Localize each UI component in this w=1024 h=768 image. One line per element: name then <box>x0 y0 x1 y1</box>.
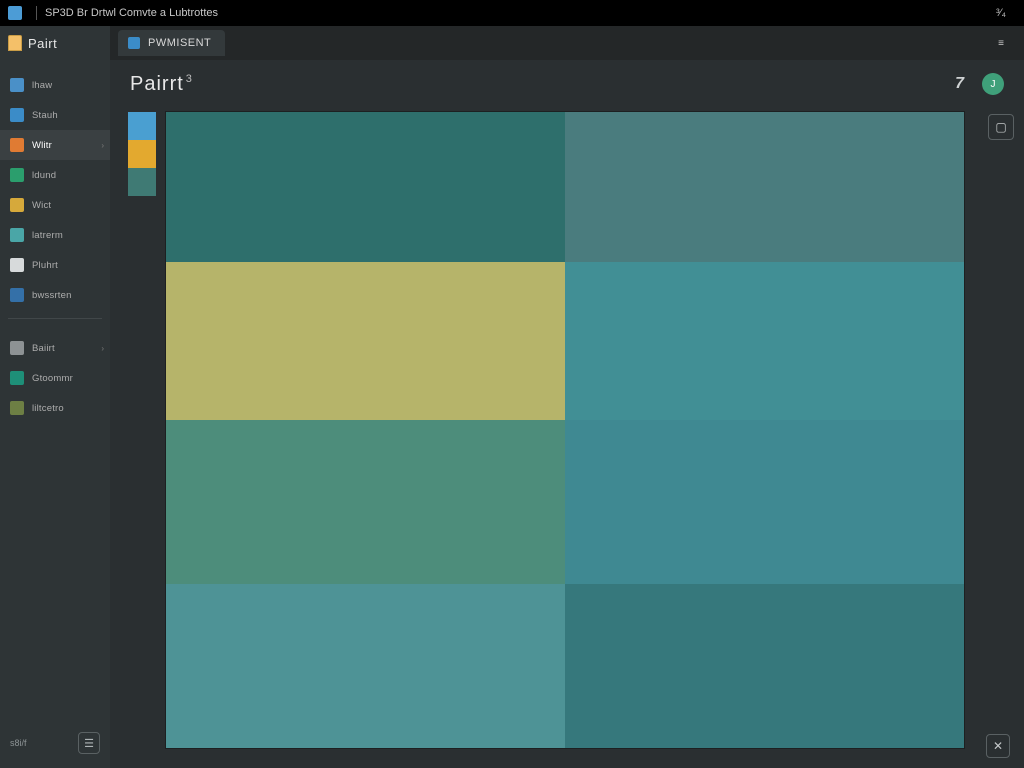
sidebar-icon-g2-0 <box>10 341 24 355</box>
sidebar-icon-3 <box>10 168 24 182</box>
window-titlebar: SP3D Br Drtwl Comvte a Lubtrottes ³⁄₄ <box>0 0 1024 26</box>
tabstrip: PWMISENT ≡ <box>110 26 1024 60</box>
sidebar-item-6[interactable]: Pluhrt <box>0 250 110 280</box>
sidebar-item-label: bwssrten <box>32 290 72 301</box>
titlebar-divider <box>36 6 37 20</box>
sidebar-settings-button[interactable]: ☰ <box>78 732 100 754</box>
document-title-sup: 3 <box>186 73 193 85</box>
bottom-right-status: ✕ <box>986 734 1010 758</box>
sidebar-item-g2-1[interactable]: Gtoommr <box>0 363 110 393</box>
sidebar-icon-2 <box>10 138 24 152</box>
app-system-icon <box>8 6 22 20</box>
tab-label: PWMISENT <box>148 37 211 49</box>
sidebar-icon-g2-2 <box>10 401 24 415</box>
canvas-cell <box>565 262 964 420</box>
save-button[interactable]: ▢ <box>988 114 1014 140</box>
sidebar-item-label: Pluhrt <box>32 260 58 271</box>
sidebar-icon-0 <box>10 78 24 92</box>
sidebar-item-0[interactable]: lhaw <box>0 70 110 100</box>
sidebar-item-label: Wlitr <box>32 140 52 151</box>
close-icon: ✕ <box>993 739 1003 753</box>
sidebar-divider <box>8 318 102 319</box>
user-avatar[interactable]: J <box>982 73 1004 95</box>
sidebar-item-4[interactable]: Wict <box>0 190 110 220</box>
sidebar-item-g2-2[interactable]: liltcetro <box>0 393 110 423</box>
sidebar-icon-1 <box>10 108 24 122</box>
main-area: PWMISENT ≡ Pairrt3 7 J <box>110 26 1024 768</box>
sidebar-item-label: Baiirt <box>32 343 55 354</box>
sidebar-item-1[interactable]: Stauh <box>0 100 110 130</box>
close-panel-button[interactable]: ✕ <box>986 734 1010 758</box>
window-title-text: SP3D Br Drtwl Comvte a Lubtrottes <box>45 7 218 19</box>
tab-current[interactable]: PWMISENT <box>118 30 225 56</box>
paint-app-icon <box>8 35 22 51</box>
sidebar-app-header[interactable]: Pairt <box>0 26 110 60</box>
chevron-right-icon: › <box>101 344 104 353</box>
sidebar-item-g2-0[interactable]: Baiirt › <box>0 333 110 363</box>
document-header: Pairrt3 7 J <box>110 60 1024 108</box>
sidebar-item-label: Gtoommr <box>32 373 73 384</box>
sidebar-item-label: latrerm <box>32 230 63 241</box>
sidebar: Pairt lhaw Stauh Wlitr › ldund Wi <box>0 26 110 768</box>
tab-menu-icon[interactable]: ≡ <box>998 38 1004 49</box>
sidebar-icon-7 <box>10 288 24 302</box>
sidebar-group-primary: lhaw Stauh Wlitr › ldund Wict latrerm <box>0 70 110 310</box>
save-icon: ▢ <box>995 120 1006 134</box>
canvas-cell <box>166 584 565 748</box>
canvas-cell <box>166 112 565 262</box>
chevron-right-icon: › <box>101 141 104 150</box>
sidebar-item-5[interactable]: latrerm <box>0 220 110 250</box>
color-swatch-column <box>128 112 160 768</box>
sidebar-footer: s8i/f ☰ <box>0 722 110 768</box>
canvas-cell <box>166 420 565 584</box>
sidebar-icon-6 <box>10 258 24 272</box>
canvas-cell <box>166 262 565 420</box>
right-toolbar: ▢ <box>988 114 1014 140</box>
sidebar-item-label: Stauh <box>32 110 58 121</box>
document-title-text: Pairrt <box>130 73 184 95</box>
sidebar-item-7[interactable]: bwssrten <box>0 280 110 310</box>
sidebar-item-label: lhaw <box>32 80 52 91</box>
sidebar-item-label: Wict <box>32 200 51 211</box>
sidebar-icon-5 <box>10 228 24 242</box>
sidebar-icon-4 <box>10 198 24 212</box>
canvas-cell <box>565 584 964 748</box>
canvas-cell <box>565 420 964 584</box>
sidebar-item-label: liltcetro <box>32 403 64 414</box>
workspace: ▢ ✕ <box>110 108 1024 768</box>
share-icon[interactable]: 7 <box>955 75 964 93</box>
sidebar-group-secondary: Baiirt › Gtoommr liltcetro <box>0 333 110 423</box>
swatch-1[interactable] <box>128 140 156 168</box>
swatch-0[interactable] <box>128 112 156 140</box>
canvas-cell <box>565 112 964 262</box>
sidebar-app-label: Pairt <box>28 36 57 51</box>
sidebar-icon-g2-1 <box>10 371 24 385</box>
avatar-initial: J <box>991 79 996 90</box>
document-title: Pairrt3 <box>130 73 193 96</box>
window-controls-hint: ³⁄₄ <box>996 7 1024 19</box>
canvas[interactable] <box>166 112 964 748</box>
sidebar-item-2[interactable]: Wlitr › <box>0 130 110 160</box>
document-icon <box>128 37 140 49</box>
sidebar-item-3[interactable]: ldund <box>0 160 110 190</box>
swatch-2[interactable] <box>128 168 156 196</box>
list-icon: ☰ <box>84 737 94 750</box>
sidebar-item-label: ldund <box>32 170 56 181</box>
sidebar-footer-text: s8i/f <box>10 738 27 748</box>
tabstrip-actions: ≡ <box>998 38 1024 49</box>
